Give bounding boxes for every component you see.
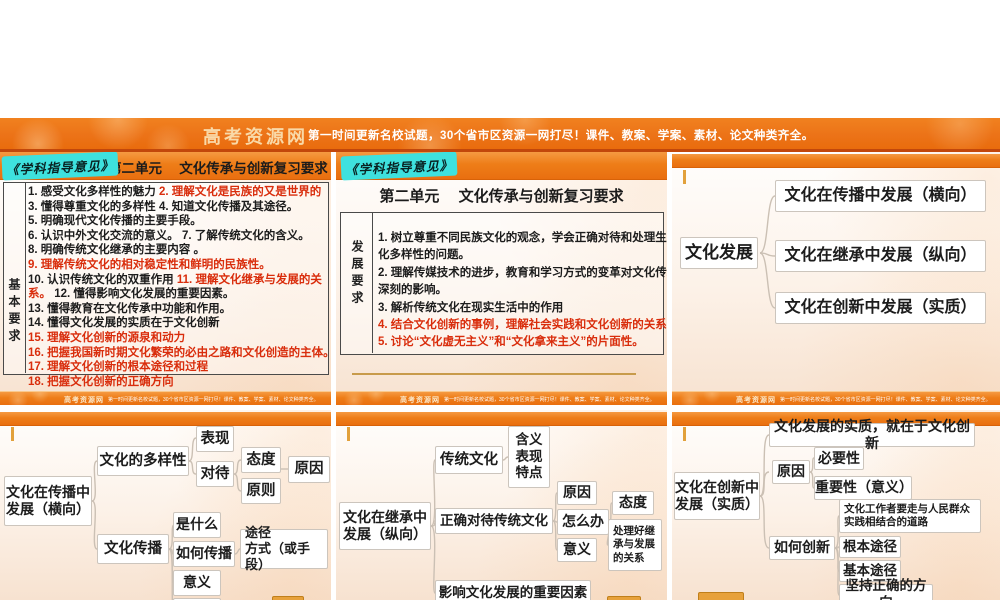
slide-6-thumbnail[interactable]: 文化在创新中 发展（实质） 文化发展的实质，就在于文化创新原因 必要性重要性（意义）… bbox=[672, 410, 1000, 600]
slide-1-thumbnail[interactable]: 《学科指导意见》 第二单元 文化传承与创新复习要求 基本要求 1. 感受文化多样… bbox=[0, 152, 331, 405]
requirement-line: 6. 认识中外文化交流的意义。 7. 了解传统文化的含义。 bbox=[28, 229, 310, 242]
diagram-node: 意义 bbox=[557, 538, 597, 562]
gold-divider-line bbox=[352, 373, 636, 375]
requirement-line: 17. 理解文化创新的根本途径和过程 bbox=[28, 361, 209, 374]
side-label-basic: 基本要求 bbox=[7, 278, 21, 346]
diagram-node: 文化在传播中发展（横向） bbox=[775, 180, 986, 212]
diagram-node: 怎么办 bbox=[557, 509, 609, 535]
diagram-node: 文化发展的实质，就在于文化创新 bbox=[769, 418, 975, 451]
diagram-node: 文化在创新中 发展（实质） bbox=[674, 472, 760, 520]
requirement-line: 3. 解析传统文化在现实生活中的作用 bbox=[378, 301, 564, 314]
diagram-node: 文化的多样性 bbox=[97, 446, 189, 476]
diagram-node: 文化传播 bbox=[97, 534, 169, 564]
requirement-line: 1. 树立尊重不同民族文化的观念，学会正确对待和处理生活中文 bbox=[378, 232, 667, 244]
diagram-node: 意义 bbox=[173, 570, 221, 596]
diagram-node: 态度 bbox=[612, 491, 654, 515]
site-banner: 高考资源网 第一时间更新名校试题，30个省市区资源一网打尽！课件、教案、学案、素… bbox=[0, 118, 1000, 152]
diagram-node: 坚持正确的方向 bbox=[839, 578, 933, 600]
slide-title: 第二单元 文化传承与创新复习要求 bbox=[108, 161, 328, 176]
slide-title: 第二单元 文化传承与创新复习要求 bbox=[379, 188, 624, 205]
slide-footer-bar: 高考资源网 第一时间更新名校试题，30个省市区资源一网打尽！课件、教案、学案、素… bbox=[336, 391, 667, 405]
requirement-line: 5. 明确现代文化传播的主要手段。 bbox=[28, 215, 202, 228]
diagram-node: 文化在继承中 发展（纵向） bbox=[339, 502, 431, 550]
footer-slogan: 第一时间更新名校试题，30个省市区资源一网打尽！课件、教案、学案、素材、论文种类… bbox=[108, 397, 319, 403]
box-divider bbox=[372, 212, 373, 353]
footer-logo: 高考资源网 bbox=[400, 397, 440, 404]
requirement-list: 1. 感受文化多样性的魅力 2. 理解文化是民族的又是世界的 3. 懂得尊重文化的… bbox=[28, 185, 331, 389]
requirement-line: 10. 认识传统文化的双重作用 11. 理解文化继承与发展的关 bbox=[28, 273, 322, 286]
slide-grid-page: { "banner": { "logo": "高考资源网", "slogan":… bbox=[0, 0, 1000, 600]
diagram-node: 如何传播 bbox=[173, 541, 235, 567]
diagram-node: 必要性 bbox=[814, 447, 864, 470]
diagram-node: 文化在创新中发展（实质） bbox=[775, 292, 986, 324]
slide-2-thumbnail[interactable]: 《学科指导意见》 第二单元 文化传承与创新复习要求 发展要求 1. 树立尊重不同… bbox=[336, 152, 667, 405]
site-logo: 高考资源网 bbox=[203, 127, 308, 147]
diagram-node: 重要性（意义） bbox=[814, 476, 913, 500]
gold-marker bbox=[607, 596, 641, 600]
requirement-line: 4. 结合文化创新的事例，理解社会实践和文化创新的关系。 bbox=[378, 319, 667, 332]
diagram-node: 态度 bbox=[241, 447, 281, 473]
requirement-line: 13. 懂得教育在文化传承中功能和作用。 bbox=[28, 302, 232, 315]
requirement-line: 化多样性的问题。 bbox=[378, 249, 470, 262]
requirement-line: 2. 理解传媒技术的进步，教育和学习方式的变革对文化传承具有 bbox=[378, 266, 667, 279]
site-slogan: 第一时间更新名校试题，30个省市区资源一网打尽！课件、教案、学案、素材、论文种类… bbox=[308, 130, 814, 142]
diagram-node: 文化发展 bbox=[680, 237, 758, 269]
diagram-node: 传统文化 bbox=[435, 446, 503, 474]
diagram-node: 原则 bbox=[241, 478, 281, 504]
diagram-node: 含义 表现 特点 bbox=[508, 426, 550, 488]
diagram-node: 表现 bbox=[196, 426, 234, 452]
diagram-node: 如何创新 bbox=[769, 536, 835, 560]
gold-marker bbox=[698, 592, 744, 600]
footer-logo: 高考资源网 bbox=[64, 397, 104, 404]
slide-3-thumbnail[interactable]: 高考资源网 第一时间更新名校试题，30个省市区资源一网打尽！课件、教案、学案、素… bbox=[672, 152, 1000, 405]
slide-5-thumbnail[interactable]: 文化在继承中 发展（纵向） 传统文化 含义 表现 特点正确对待传统文化 原因怎么办意义… bbox=[336, 410, 667, 600]
diagram-node: 原因 bbox=[772, 460, 810, 484]
requirement-line: 16. 把握我国新时期文化繁荣的必由之路和文化创造的主体。 bbox=[28, 346, 331, 359]
diagram-node: 文化在传播中 发展（横向） bbox=[4, 476, 92, 526]
diagram-node: 处理好继 承与发展 的关系 bbox=[608, 519, 662, 571]
requirement-line: 5. 讨论“文化虚无主义”和“文化拿来主义”的片面性。 bbox=[378, 336, 644, 349]
requirement-line: 9. 理解传统文化的相对稳定性和鲜明的民族性。 bbox=[28, 258, 271, 271]
diagram-node: 途径 方式（或手段） bbox=[240, 525, 328, 572]
requirement-line: 8. 明确传统文化继承的主要内容 。 bbox=[28, 244, 205, 257]
requirement-line: 14. 懂得文化发展的实质在于文化创新 bbox=[28, 317, 220, 330]
requirement-line: 3. 懂得尊重文化的多样性 4. 知道文化传播及其途径。 bbox=[28, 200, 299, 213]
slide-footer-bar: 高考资源网 第一时间更新名校试题，30个省市区资源一网打尽！课件、教案、学案、素… bbox=[0, 391, 331, 405]
requirement-line: 系。 12. 懂得影响文化发展的重要因素。 bbox=[28, 288, 235, 301]
diagram-node: 文化工作者要走与人民群众 实践相结合的道路 bbox=[839, 499, 981, 533]
requirement-list: 1. 树立尊重不同民族文化的观念，学会正确对待和处理生活中文化多样性的问题。 2.… bbox=[378, 230, 667, 352]
diagram-node: 是什么 bbox=[173, 512, 221, 538]
diagram-node: 文化在继承中发展（纵向） bbox=[775, 240, 986, 272]
side-label-development: 发展要求 bbox=[350, 240, 364, 308]
diagram-node: 影响文化发展的重要因素 bbox=[435, 580, 591, 600]
gold-marker bbox=[272, 596, 304, 600]
slide-4-thumbnail[interactable]: 文化在传播中 发展（横向） 文化的多样性 表现对待 态度原则 原因文化传播 是什么如何传播… bbox=[0, 410, 331, 600]
diagram-node: 原因 bbox=[288, 456, 330, 483]
requirement-line: 深刻的影响。 bbox=[378, 284, 447, 297]
requirement-line: 15. 理解文化创新的源泉和动力 bbox=[28, 331, 186, 344]
diagram-node: 根本途径 bbox=[839, 536, 901, 558]
requirement-line: 18. 把握文化创新的正确方向 bbox=[28, 375, 174, 388]
box-divider bbox=[25, 182, 26, 373]
diagram-node: 对待 bbox=[196, 461, 234, 487]
requirement-line: 1. 感受文化多样性的魅力 2. 理解文化是民族的又是世界的 bbox=[28, 186, 322, 198]
footer-slogan: 第一时间更新名校试题，30个省市区资源一网打尽！课件、教案、学案、素材、论文种类… bbox=[444, 397, 655, 403]
diagram-node: 正确对待传统文化 bbox=[435, 508, 553, 534]
diagram-node: 原因 bbox=[557, 481, 597, 505]
